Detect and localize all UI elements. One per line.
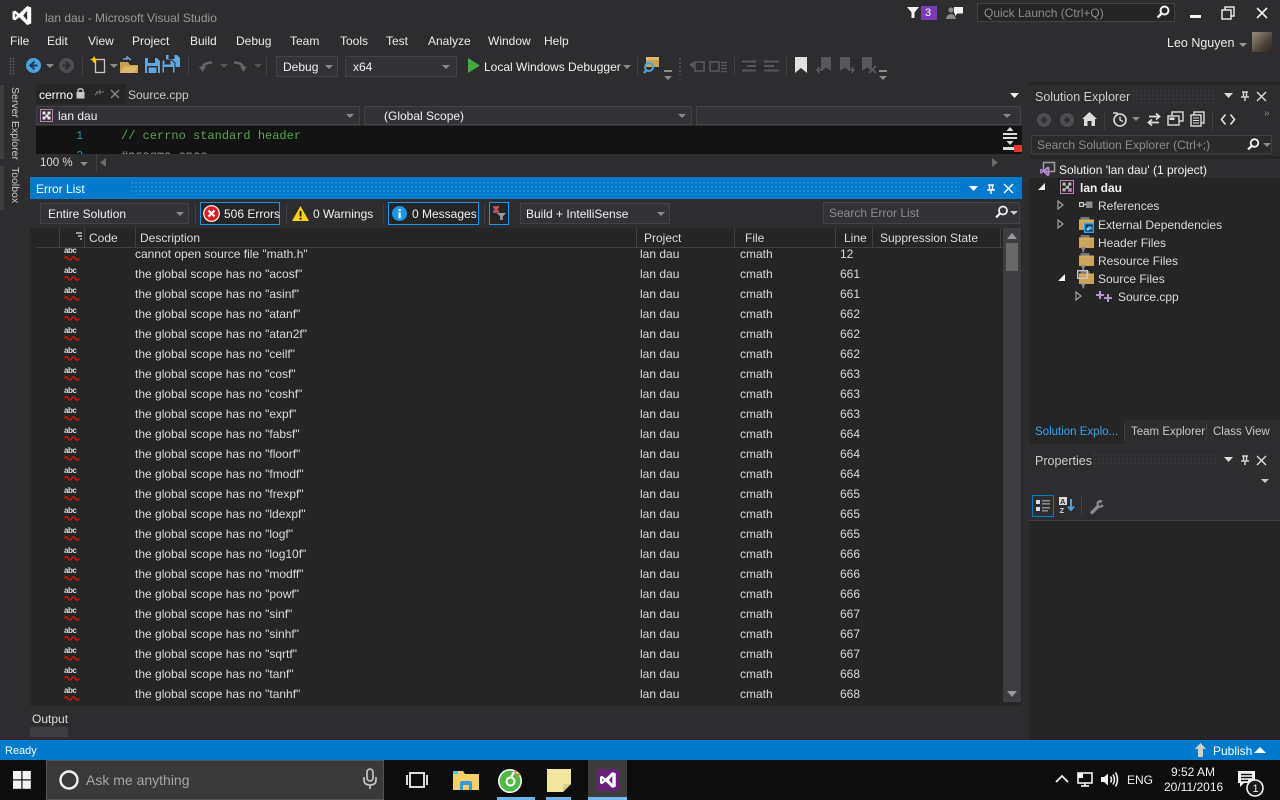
svg-text:1: 1 (1253, 783, 1259, 795)
svg-text:Z: Z (1060, 506, 1065, 515)
svg-text:A: A (1060, 497, 1066, 506)
